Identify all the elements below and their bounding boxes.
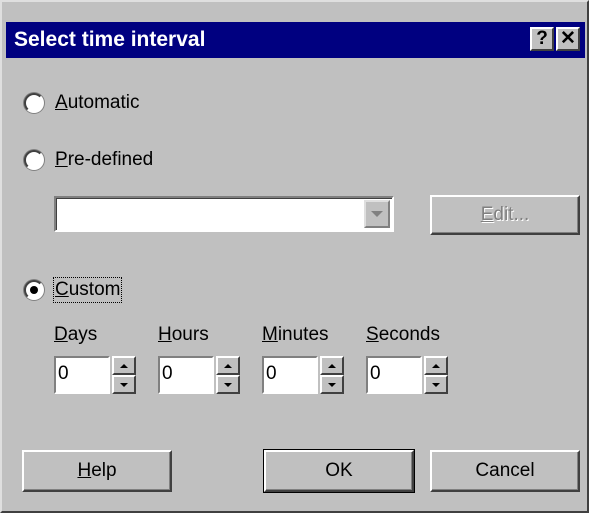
seconds-label: Seconds (366, 324, 440, 345)
arrow-down-icon (328, 382, 336, 387)
arrow-up-icon (432, 363, 440, 368)
title-bar: Select time interval ? ✕ (6, 22, 585, 58)
title-help-button[interactable]: ? (530, 27, 554, 51)
days-spin-down[interactable] (112, 375, 136, 394)
radio-automatic-label[interactable]: Automatic (55, 92, 140, 114)
chevron-down-icon (371, 211, 383, 217)
seconds-spin-up[interactable] (424, 356, 448, 375)
hours-label: Hours (158, 324, 209, 345)
days-spin-up[interactable] (112, 356, 136, 375)
dialog-window: Select time interval ? ✕ Automatic Pre-d… (0, 0, 589, 513)
radio-automatic-circle[interactable] (24, 93, 44, 113)
radio-predefined[interactable]: Pre-defined (24, 148, 153, 172)
help-button[interactable]: Help (22, 450, 172, 492)
radio-predefined-label[interactable]: Pre-defined (55, 149, 153, 171)
days-input[interactable]: 0 (54, 356, 110, 394)
hours-spin-up[interactable] (216, 356, 240, 375)
dialog-title: Select time interval (14, 28, 206, 51)
ok-button[interactable]: OK (263, 449, 415, 493)
radio-custom[interactable]: Custom (24, 277, 123, 303)
minutes-spin-down[interactable] (320, 375, 344, 394)
question-mark-icon: ? (536, 28, 548, 49)
cancel-button[interactable]: Cancel (430, 450, 580, 492)
radio-automatic[interactable]: Automatic (24, 91, 140, 115)
hours-input[interactable]: 0 (158, 356, 214, 394)
radio-custom-circle[interactable] (24, 280, 44, 300)
arrow-down-icon (120, 382, 128, 387)
edit-button[interactable]: Edit... (430, 195, 580, 235)
arrow-up-icon (328, 363, 336, 368)
arrow-down-icon (224, 382, 232, 387)
close-icon: ✕ (560, 28, 576, 49)
arrow-up-icon (224, 363, 232, 368)
radio-custom-label[interactable]: Custom (52, 277, 123, 303)
predefined-select-arrow-button[interactable] (364, 200, 390, 228)
radio-predefined-circle[interactable] (24, 150, 44, 170)
days-label: Days (54, 324, 98, 345)
hours-spin-down[interactable] (216, 375, 240, 394)
title-close-button[interactable]: ✕ (556, 27, 580, 51)
seconds-input[interactable]: 0 (366, 356, 422, 394)
minutes-label: Minutes (262, 324, 329, 345)
arrow-down-icon (432, 382, 440, 387)
minutes-spin-up[interactable] (320, 356, 344, 375)
predefined-select[interactable] (54, 196, 394, 232)
arrow-up-icon (120, 363, 128, 368)
seconds-spin-down[interactable] (424, 375, 448, 394)
minutes-input[interactable]: 0 (262, 356, 318, 394)
